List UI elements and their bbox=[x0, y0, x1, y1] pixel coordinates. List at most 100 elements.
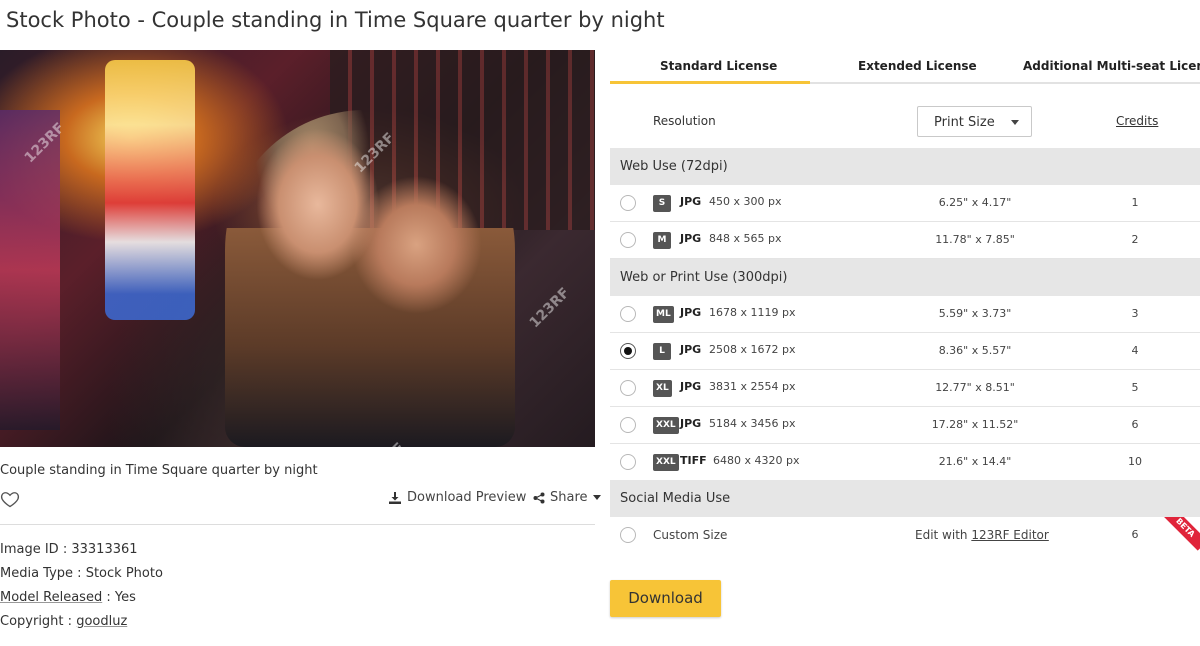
credit-value: 1 bbox=[1131, 196, 1139, 209]
size-radio[interactable] bbox=[620, 527, 636, 543]
size-unit-value: Print Size bbox=[934, 115, 995, 130]
inch-size: 8.36" x 5.57" bbox=[938, 344, 1012, 357]
pixel-size: 848 x 565 px bbox=[709, 232, 782, 245]
page-title: Stock Photo - Couple standing in Time Sq… bbox=[6, 8, 665, 32]
photo-neon-sign bbox=[105, 60, 195, 320]
model-released: Model Released : Yes bbox=[0, 590, 136, 605]
share-button[interactable]: Share bbox=[533, 490, 601, 505]
inch-size: 5.59" x 3.73" bbox=[938, 307, 1012, 320]
download-icon bbox=[389, 491, 401, 504]
credits-link[interactable]: Credits bbox=[1116, 114, 1158, 128]
inch-size: 6.25" x 4.17" bbox=[938, 196, 1012, 209]
media-type-value: Stock Photo bbox=[85, 566, 163, 581]
edit-prefix: Edit with bbox=[915, 528, 972, 542]
size-badge: L bbox=[653, 343, 671, 360]
format: JPG bbox=[680, 306, 702, 319]
inch-size: 12.77" x 8.51" bbox=[935, 381, 1015, 394]
inch-size: 17.28" x 11.52" bbox=[931, 418, 1019, 431]
size-radio[interactable] bbox=[620, 380, 636, 396]
section-print-use: Web or Print Use (300dpi) bbox=[610, 259, 1200, 296]
tab-extended-license[interactable]: Extended License bbox=[858, 59, 977, 73]
pixel-size: 2508 x 1672 px bbox=[709, 343, 796, 356]
size-row-s[interactable]: S JPG 450 x 300 px 6.25" x 4.17" 1 bbox=[610, 185, 1200, 222]
size-radio-selected[interactable] bbox=[620, 343, 636, 359]
image-id-label: Image ID bbox=[0, 542, 59, 557]
format: TIFF bbox=[680, 454, 707, 467]
format: JPG bbox=[680, 195, 702, 208]
active-tab-indicator bbox=[610, 81, 810, 84]
copyright-label: Copyright bbox=[0, 614, 64, 629]
credit-value: 10 bbox=[1128, 455, 1142, 468]
chevron-down-icon bbox=[1011, 120, 1019, 125]
pixel-size: 5184 x 3456 px bbox=[709, 417, 796, 430]
edit-with-editor: Edit with 123RF Editor bbox=[915, 528, 1049, 542]
separator: : bbox=[102, 590, 115, 605]
pixel-size: 3831 x 2554 px bbox=[709, 380, 796, 393]
format: JPG bbox=[680, 380, 702, 393]
pixel-size: 450 x 300 px bbox=[709, 195, 782, 208]
size-radio[interactable] bbox=[620, 232, 636, 248]
size-badge: M bbox=[653, 232, 671, 249]
size-badge: XL bbox=[653, 380, 672, 397]
size-row-xl[interactable]: XL JPG 3831 x 2554 px 12.77" x 8.51" 5 bbox=[610, 370, 1200, 407]
media-type: Media Type : Stock Photo bbox=[0, 566, 163, 581]
size-row-ml[interactable]: ML JPG 1678 x 1119 px 5.59" x 3.73" 3 bbox=[610, 296, 1200, 333]
size-row-l[interactable]: L JPG 2508 x 1672 px 8.36" x 5.57" 4 bbox=[610, 333, 1200, 370]
pixel-size: 6480 x 4320 px bbox=[713, 454, 800, 467]
size-row-m[interactable]: M JPG 848 x 565 px 11.78" x 7.85" 2 bbox=[610, 222, 1200, 259]
size-radio[interactable] bbox=[620, 195, 636, 211]
tab-multi-seat-license[interactable]: Additional Multi-seat License bbox=[1023, 59, 1200, 73]
format: JPG bbox=[680, 343, 702, 356]
license-tabs: Standard License Extended License Additi… bbox=[610, 52, 1200, 84]
model-released-value: Yes bbox=[114, 590, 136, 605]
credit-value: 6 bbox=[1131, 528, 1139, 541]
inch-size: 21.6" x 14.4" bbox=[938, 455, 1012, 468]
media-type-label: Media Type bbox=[0, 566, 74, 581]
resolution-header: Resolution Print Size Credits bbox=[610, 100, 1200, 144]
image-id-value: 33313361 bbox=[71, 542, 138, 557]
copyright-link[interactable]: goodluz bbox=[76, 614, 127, 629]
beta-badge: BETA bbox=[1162, 517, 1200, 551]
size-radio[interactable] bbox=[620, 306, 636, 322]
size-row-xxl-jpg[interactable]: XXL JPG 5184 x 3456 px 17.28" x 11.52" 6 bbox=[610, 407, 1200, 444]
size-row-xxl-tiff[interactable]: XXL TIFF 6480 x 4320 px 21.6" x 14.4" 10 bbox=[610, 444, 1200, 481]
chevron-down-icon bbox=[592, 494, 601, 500]
format: JPG bbox=[680, 232, 702, 245]
credit-value: 5 bbox=[1131, 381, 1139, 394]
size-unit-select[interactable]: Print Size bbox=[917, 106, 1032, 137]
credit-value: 3 bbox=[1131, 307, 1139, 320]
image-caption: Couple standing in Time Square quarter b… bbox=[0, 463, 318, 478]
editor-link[interactable]: 123RF Editor bbox=[971, 528, 1048, 542]
pixel-size: 1678 x 1119 px bbox=[709, 306, 796, 319]
watermark: 123RF bbox=[526, 284, 573, 332]
heart-icon[interactable] bbox=[0, 489, 20, 509]
image-id: Image ID : 33313361 bbox=[0, 542, 138, 557]
copyright: Copyright : goodluz bbox=[0, 614, 127, 629]
size-radio[interactable] bbox=[620, 454, 636, 470]
stock-photo[interactable]: 123RF 123RF 123RF 123RF 123RF bbox=[0, 50, 595, 447]
share-label: Share bbox=[550, 490, 588, 505]
section-web-use: Web Use (72dpi) bbox=[610, 148, 1200, 185]
download-preview-button[interactable]: Download Preview bbox=[389, 490, 526, 505]
custom-size-label: Custom Size bbox=[653, 528, 728, 542]
model-released-link[interactable]: Model Released bbox=[0, 590, 102, 605]
size-badge: S bbox=[653, 195, 671, 212]
separator: : bbox=[73, 566, 86, 581]
resolution-label: Resolution bbox=[653, 114, 716, 128]
separator: : bbox=[58, 542, 72, 557]
custom-size-row[interactable]: Custom Size Edit with 123RF Editor 6 BET… bbox=[610, 517, 1200, 554]
size-badge: ML bbox=[653, 306, 674, 323]
inch-size: 11.78" x 7.85" bbox=[935, 233, 1015, 246]
size-radio[interactable] bbox=[620, 417, 636, 433]
share-icon bbox=[533, 492, 545, 503]
credit-value: 6 bbox=[1131, 418, 1139, 431]
credit-value: 4 bbox=[1131, 344, 1139, 357]
credit-value: 2 bbox=[1131, 233, 1139, 246]
format: JPG bbox=[680, 417, 702, 430]
size-badge: XXL bbox=[653, 454, 679, 471]
download-button[interactable]: Download bbox=[610, 580, 721, 617]
tab-standard-license[interactable]: Standard License bbox=[660, 59, 777, 73]
section-social-media-use: Social Media Use bbox=[610, 480, 1200, 517]
separator: : bbox=[63, 614, 77, 629]
size-badge: XXL bbox=[653, 417, 679, 434]
